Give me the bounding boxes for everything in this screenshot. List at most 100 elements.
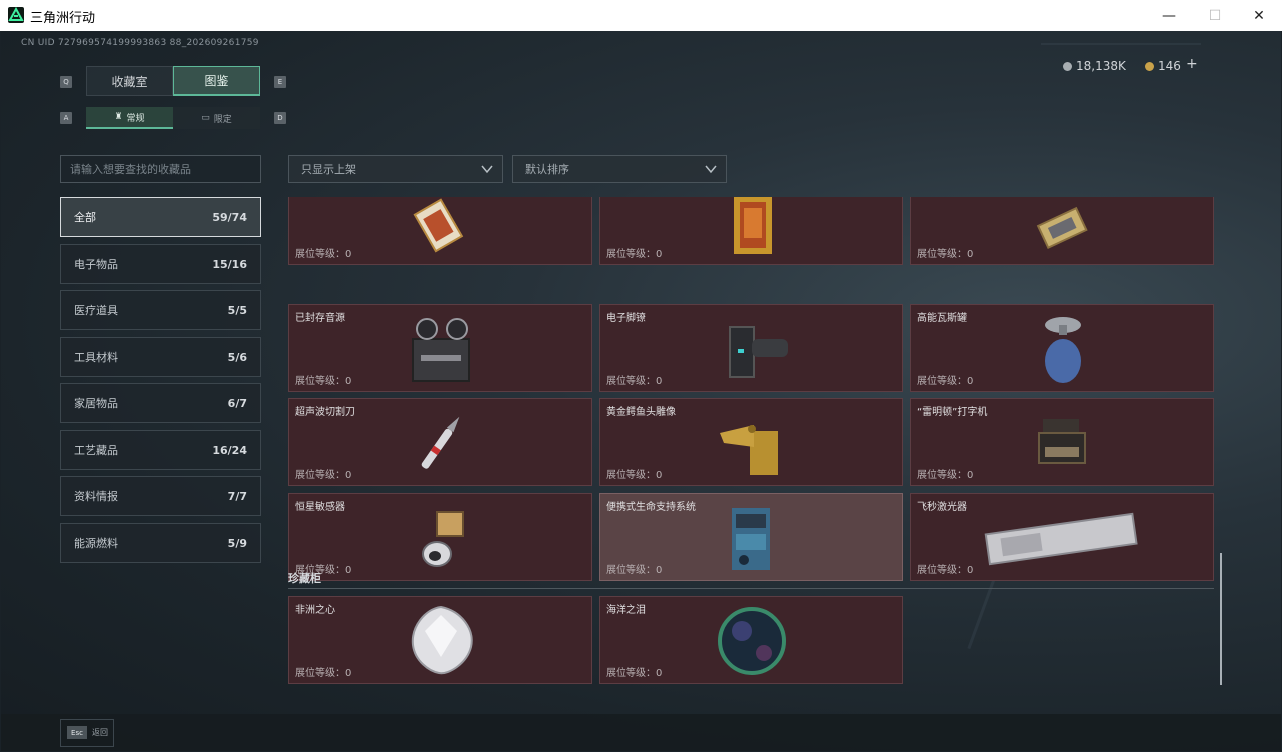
gold-crocodile-icon [710, 403, 794, 481]
life-support-icon [710, 498, 794, 576]
booth-level: 展位等级：0 [606, 668, 663, 679]
booth-level: 展位等级：0 [606, 470, 663, 481]
category-label: 家居物品 [74, 397, 118, 410]
chevron-down-icon [481, 165, 493, 174]
minimize-button[interactable]: — [1146, 0, 1192, 31]
category-label: 全部 [74, 211, 96, 224]
app-logo-icon [8, 6, 24, 23]
booth-level: 展位等级：0 [917, 470, 974, 481]
category-household[interactable]: 家居物品 6/7 [60, 383, 261, 423]
scrollbar[interactable] [1220, 553, 1222, 685]
collection-card[interactable]: 已封存音源 展位等级：0 [288, 304, 592, 392]
tab-collection-room[interactable]: 收藏室 [86, 66, 173, 96]
laser-icon [981, 498, 1141, 576]
typewriter-icon [1021, 403, 1105, 481]
item-name: 超声波切割刀 [295, 407, 355, 418]
booth-level: 展位等级：0 [295, 376, 352, 387]
category-intel[interactable]: 资料情报 7/7 [60, 476, 261, 516]
item-name: 已封存音源 [295, 313, 345, 324]
close-button[interactable]: ✕ [1236, 0, 1282, 31]
limited-icon: ▭ [201, 113, 210, 123]
category-fuel[interactable]: 能源燃料 5/9 [60, 523, 261, 563]
collection-card[interactable]: 恒星敏感器 展位等级：0 [288, 493, 592, 581]
reel-recorder-icon [399, 309, 483, 387]
item-name: 便携式生命支持系统 [606, 502, 696, 513]
collection-card[interactable]: “雷明顿”打字机 展位等级：0 [910, 398, 1214, 486]
item-name: 飞秒激光器 [917, 502, 967, 513]
back-label: 返回 [92, 728, 108, 737]
collection-card[interactable]: 黄金鳄鱼头雕像 展位等级：0 [599, 398, 903, 486]
category-count: 16/24 [212, 443, 247, 457]
collection-card[interactable]: 海洋之泪 展位等级：0 [599, 596, 903, 684]
chevron-down-icon [705, 165, 717, 174]
gold-currency: 146 [1145, 59, 1181, 73]
sort-dropdown[interactable]: 默认排序 [512, 155, 727, 183]
category-electronics[interactable]: 电子物品 15/16 [60, 244, 261, 284]
collection-card[interactable]: 非洲之心 展位等级：0 [288, 596, 592, 684]
star-sensor-icon [399, 498, 483, 576]
category-medical[interactable]: 医疗道具 5/5 [60, 290, 261, 330]
shelf-filter-dropdown[interactable]: 只显示上架 [288, 155, 503, 183]
silver-amount: 18,138K [1076, 59, 1126, 73]
category-count: 6/7 [227, 396, 247, 410]
collection-card[interactable]: 便携式生命支持系统 展位等级：0 [599, 493, 903, 581]
booth-level: 展位等级：0 [917, 376, 974, 387]
collection-card[interactable]: 展位等级：0 [599, 197, 903, 265]
booth-level: 展位等级：0 [606, 376, 663, 387]
category-label: 电子物品 [74, 258, 118, 271]
booth-level: 展位等级：0 [917, 565, 974, 576]
silver-currency: 18,138K [1063, 59, 1126, 73]
item-name: 非洲之心 [295, 605, 335, 616]
booth-level: 展位等级：0 [606, 565, 663, 576]
item-name: 电子脚镣 [606, 313, 646, 324]
search-input[interactable]: 请输入想要查找的收藏品 [60, 155, 261, 183]
subtab-limited-label: 限定 [213, 114, 232, 125]
gold-amount: 146 [1158, 59, 1181, 73]
collection-card[interactable]: 超声波切割刀 展位等级：0 [288, 398, 592, 486]
window-titlebar: 三角洲行动 — ☐ ✕ [0, 0, 1282, 31]
category-label: 工艺藏品 [74, 444, 118, 457]
collection-card[interactable]: 飞秒激光器 展位等级：0 [910, 493, 1214, 581]
treasure-section-title: 珍藏柜 [288, 572, 321, 585]
subtab-limited[interactable]: ▭ 限定 [173, 107, 260, 129]
section-divider [288, 588, 1214, 589]
maximize-button[interactable]: ☐ [1192, 0, 1238, 31]
category-count: 15/16 [212, 257, 247, 271]
booth-level: 展位等级：0 [917, 249, 974, 260]
sort-value: 默认排序 [525, 163, 569, 176]
silver-coin-icon [1063, 61, 1072, 71]
category-label: 资料情报 [74, 490, 118, 503]
game-viewport: CN UID 727969574199993863 88_20260926175… [1, 31, 1281, 751]
category-count: 5/6 [227, 350, 247, 364]
gas-canister-icon [1021, 309, 1105, 387]
gold-coin-icon [1145, 61, 1154, 71]
category-all[interactable]: 全部 59/74 [60, 197, 261, 237]
booth-level: 展位等级：0 [295, 470, 352, 481]
key-hint-e: E [274, 76, 286, 88]
category-count: 5/5 [227, 303, 247, 317]
category-label: 工具材料 [74, 351, 118, 364]
booth-level: 展位等级：0 [606, 249, 663, 260]
collection-card[interactable]: 高能瓦斯罐 展位等级：0 [910, 304, 1214, 392]
category-label: 医疗道具 [74, 304, 118, 317]
key-hint-d: D [274, 112, 286, 124]
item-name: 高能瓦斯罐 [917, 313, 967, 324]
bg-decoration [1041, 43, 1201, 45]
collection-card[interactable]: 电子脚镣 展位等级：0 [599, 304, 903, 392]
collection-card[interactable]: 展位等级：0 [910, 197, 1214, 265]
item-name: 海洋之泪 [606, 605, 646, 616]
category-count: 7/7 [227, 489, 247, 503]
ankle-monitor-icon [710, 309, 794, 387]
category-crafts[interactable]: 工艺藏品 16/24 [60, 430, 261, 470]
painting-icon [710, 197, 794, 260]
booth-level: 展位等级：0 [295, 668, 352, 679]
tab-codex[interactable]: 图鉴 [173, 66, 260, 96]
esc-key-hint: Esc [67, 726, 87, 739]
player-uid: CN UID 727969574199993863 88_20260926175… [21, 38, 259, 48]
item-name: 恒星敏感器 [295, 502, 345, 513]
subtab-regular[interactable]: ♜ 常规 [86, 107, 173, 129]
add-currency-button[interactable]: + [1186, 56, 1198, 72]
category-tools[interactable]: 工具材料 5/6 [60, 337, 261, 377]
collection-card[interactable]: 展位等级：0 [288, 197, 592, 265]
category-count: 59/74 [212, 210, 247, 224]
